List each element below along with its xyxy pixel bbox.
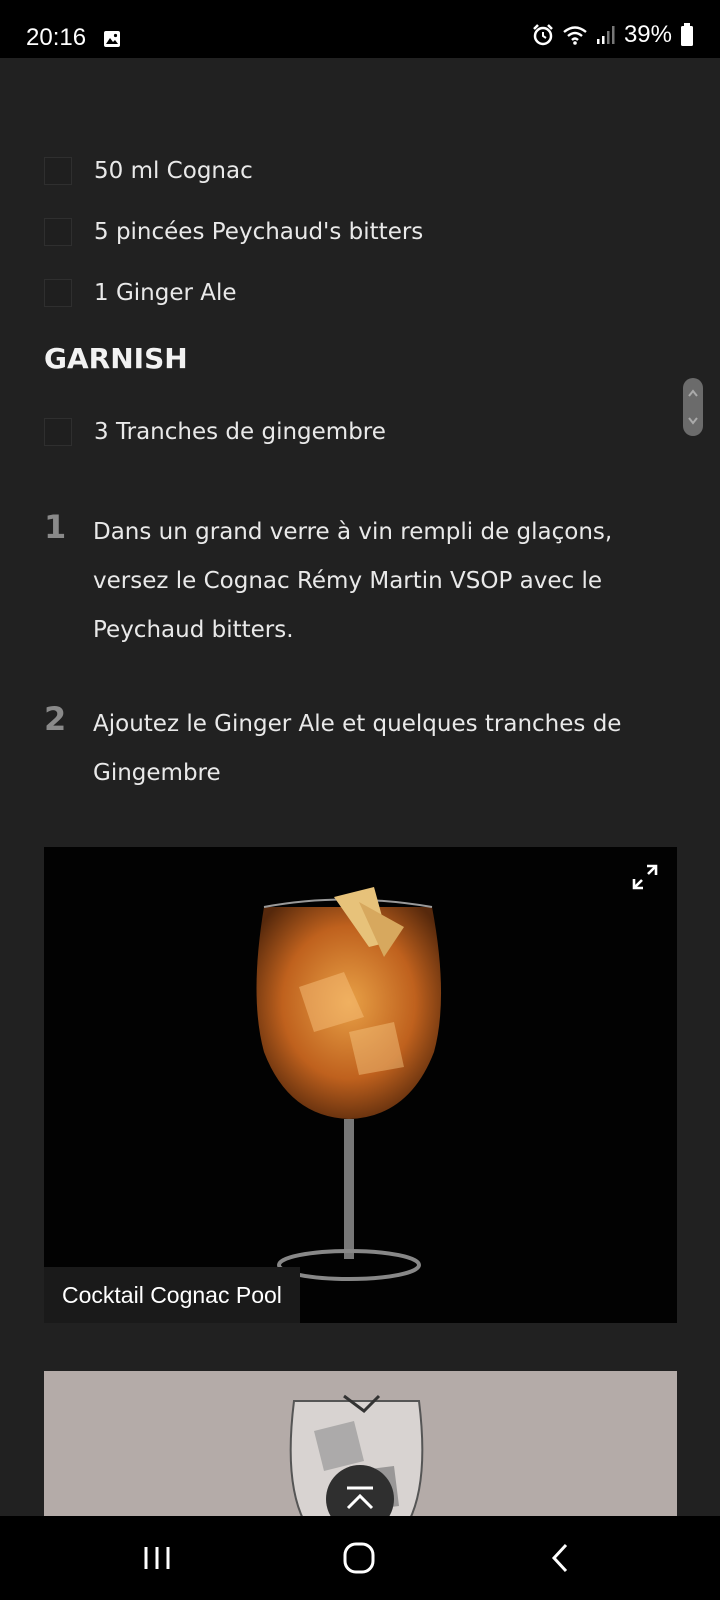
scrollbar-handle[interactable]: [683, 378, 703, 436]
ingredient-checkbox[interactable]: [44, 279, 72, 307]
scroll-arrows-icon: [688, 389, 698, 425]
garnish-item[interactable]: 3 Tranches de gingembre: [44, 412, 386, 452]
image-icon: [104, 31, 120, 47]
ingredient-item[interactable]: 5 pincées Peychaud's bitters: [44, 212, 423, 252]
wifi-icon: [563, 26, 587, 45]
ingredient-label: 5 pincées Peychaud's bitters: [94, 219, 424, 245]
signal-icon: [596, 26, 615, 44]
cocktail-glass-illustration: [256, 887, 442, 1281]
battery-icon: [681, 23, 693, 46]
battery-percent: 39%: [623, 21, 672, 48]
recents-button[interactable]: [127, 1534, 187, 1582]
ingredient-item[interactable]: 50 ml Cognac: [44, 151, 253, 191]
ingredient-label: 50 ml Cognac: [94, 158, 253, 184]
home-icon: [343, 1542, 375, 1574]
cocktail-image[interactable]: Cocktail Cognac Pool: [44, 847, 677, 1323]
status-icons: 39%: [532, 21, 694, 48]
garnish-checkbox[interactable]: [44, 418, 72, 446]
step-number: 2: [44, 700, 67, 738]
status-time: 20:16: [26, 24, 87, 51]
recents-icon: [144, 1547, 170, 1569]
recipe-content: 50 ml Cognac 5 pincées Peychaud's bitter…: [0, 58, 720, 1571]
garnish-heading: GARNISH: [44, 342, 188, 375]
ingredient-label: 1 Ginger Ale: [94, 280, 237, 306]
step-text: Dans un grand verre à vin rempli de glaç…: [93, 519, 613, 643]
back-icon: [551, 1543, 568, 1573]
step-text: Ajoutez le Ginger Ale et quelques tranch…: [93, 711, 622, 786]
back-button[interactable]: [530, 1534, 590, 1582]
ingredient-checkbox[interactable]: [44, 157, 72, 185]
step-number: 1: [44, 508, 67, 546]
home-button[interactable]: [329, 1534, 389, 1582]
expand-icon[interactable]: [631, 863, 659, 891]
garnish-label: 3 Tranches de gingembre: [94, 419, 386, 445]
ingredient-item[interactable]: 1 Ginger Ale: [44, 273, 237, 313]
chevron-up-icon: [346, 1486, 374, 1510]
ingredient-checkbox[interactable]: [44, 218, 72, 246]
navigation-bar: [0, 1516, 720, 1600]
image-caption: Cocktail Cognac Pool: [44, 1267, 300, 1323]
alarm-icon: [533, 24, 553, 46]
status-bar: 20:16 39%: [0, 0, 720, 58]
